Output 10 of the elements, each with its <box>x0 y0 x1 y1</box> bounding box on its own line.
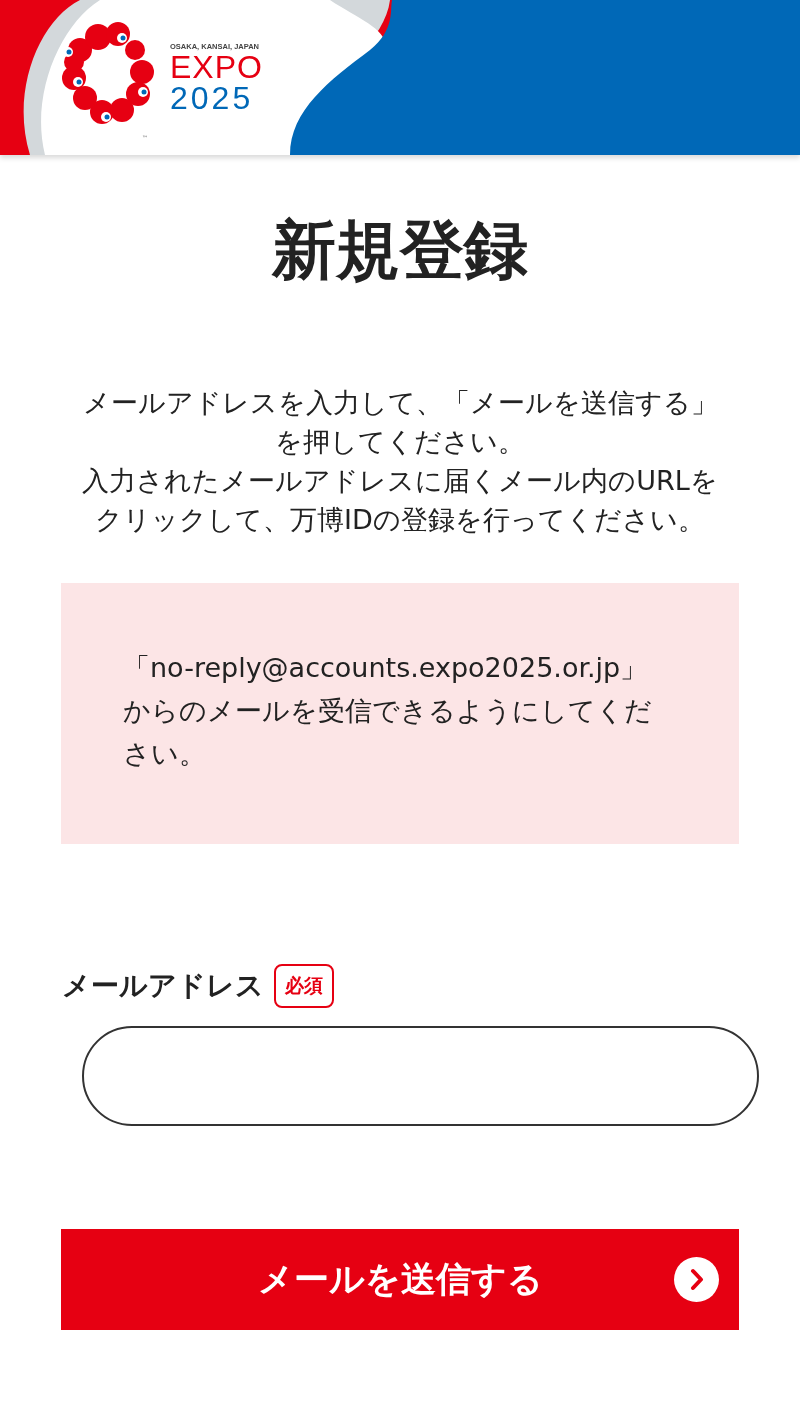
notice-text: 「no-reply@accounts.expo2025.or.jp」からのメールを受信できるようにしてください。 <box>123 651 653 771</box>
logo-wordmark: EXPO <box>170 52 263 82</box>
field-label: メールアドレス <box>62 968 264 1004</box>
send-mail-button[interactable]: メールを送信する <box>61 1229 739 1330</box>
chevron-right-icon <box>674 1257 719 1302</box>
instruction-text: 入力されたメールアドレスに届くメール内のURLをクリックして、万博IDの登録を行ってください。 <box>81 464 719 537</box>
logo-year: 2025 <box>170 82 255 114</box>
instruction-text: メールアドレスを入力して、「メールを送信する」を押してください。 <box>81 386 719 459</box>
page-title: 新規登録 <box>270 212 529 289</box>
required-badge: 必須 <box>274 964 334 1008</box>
